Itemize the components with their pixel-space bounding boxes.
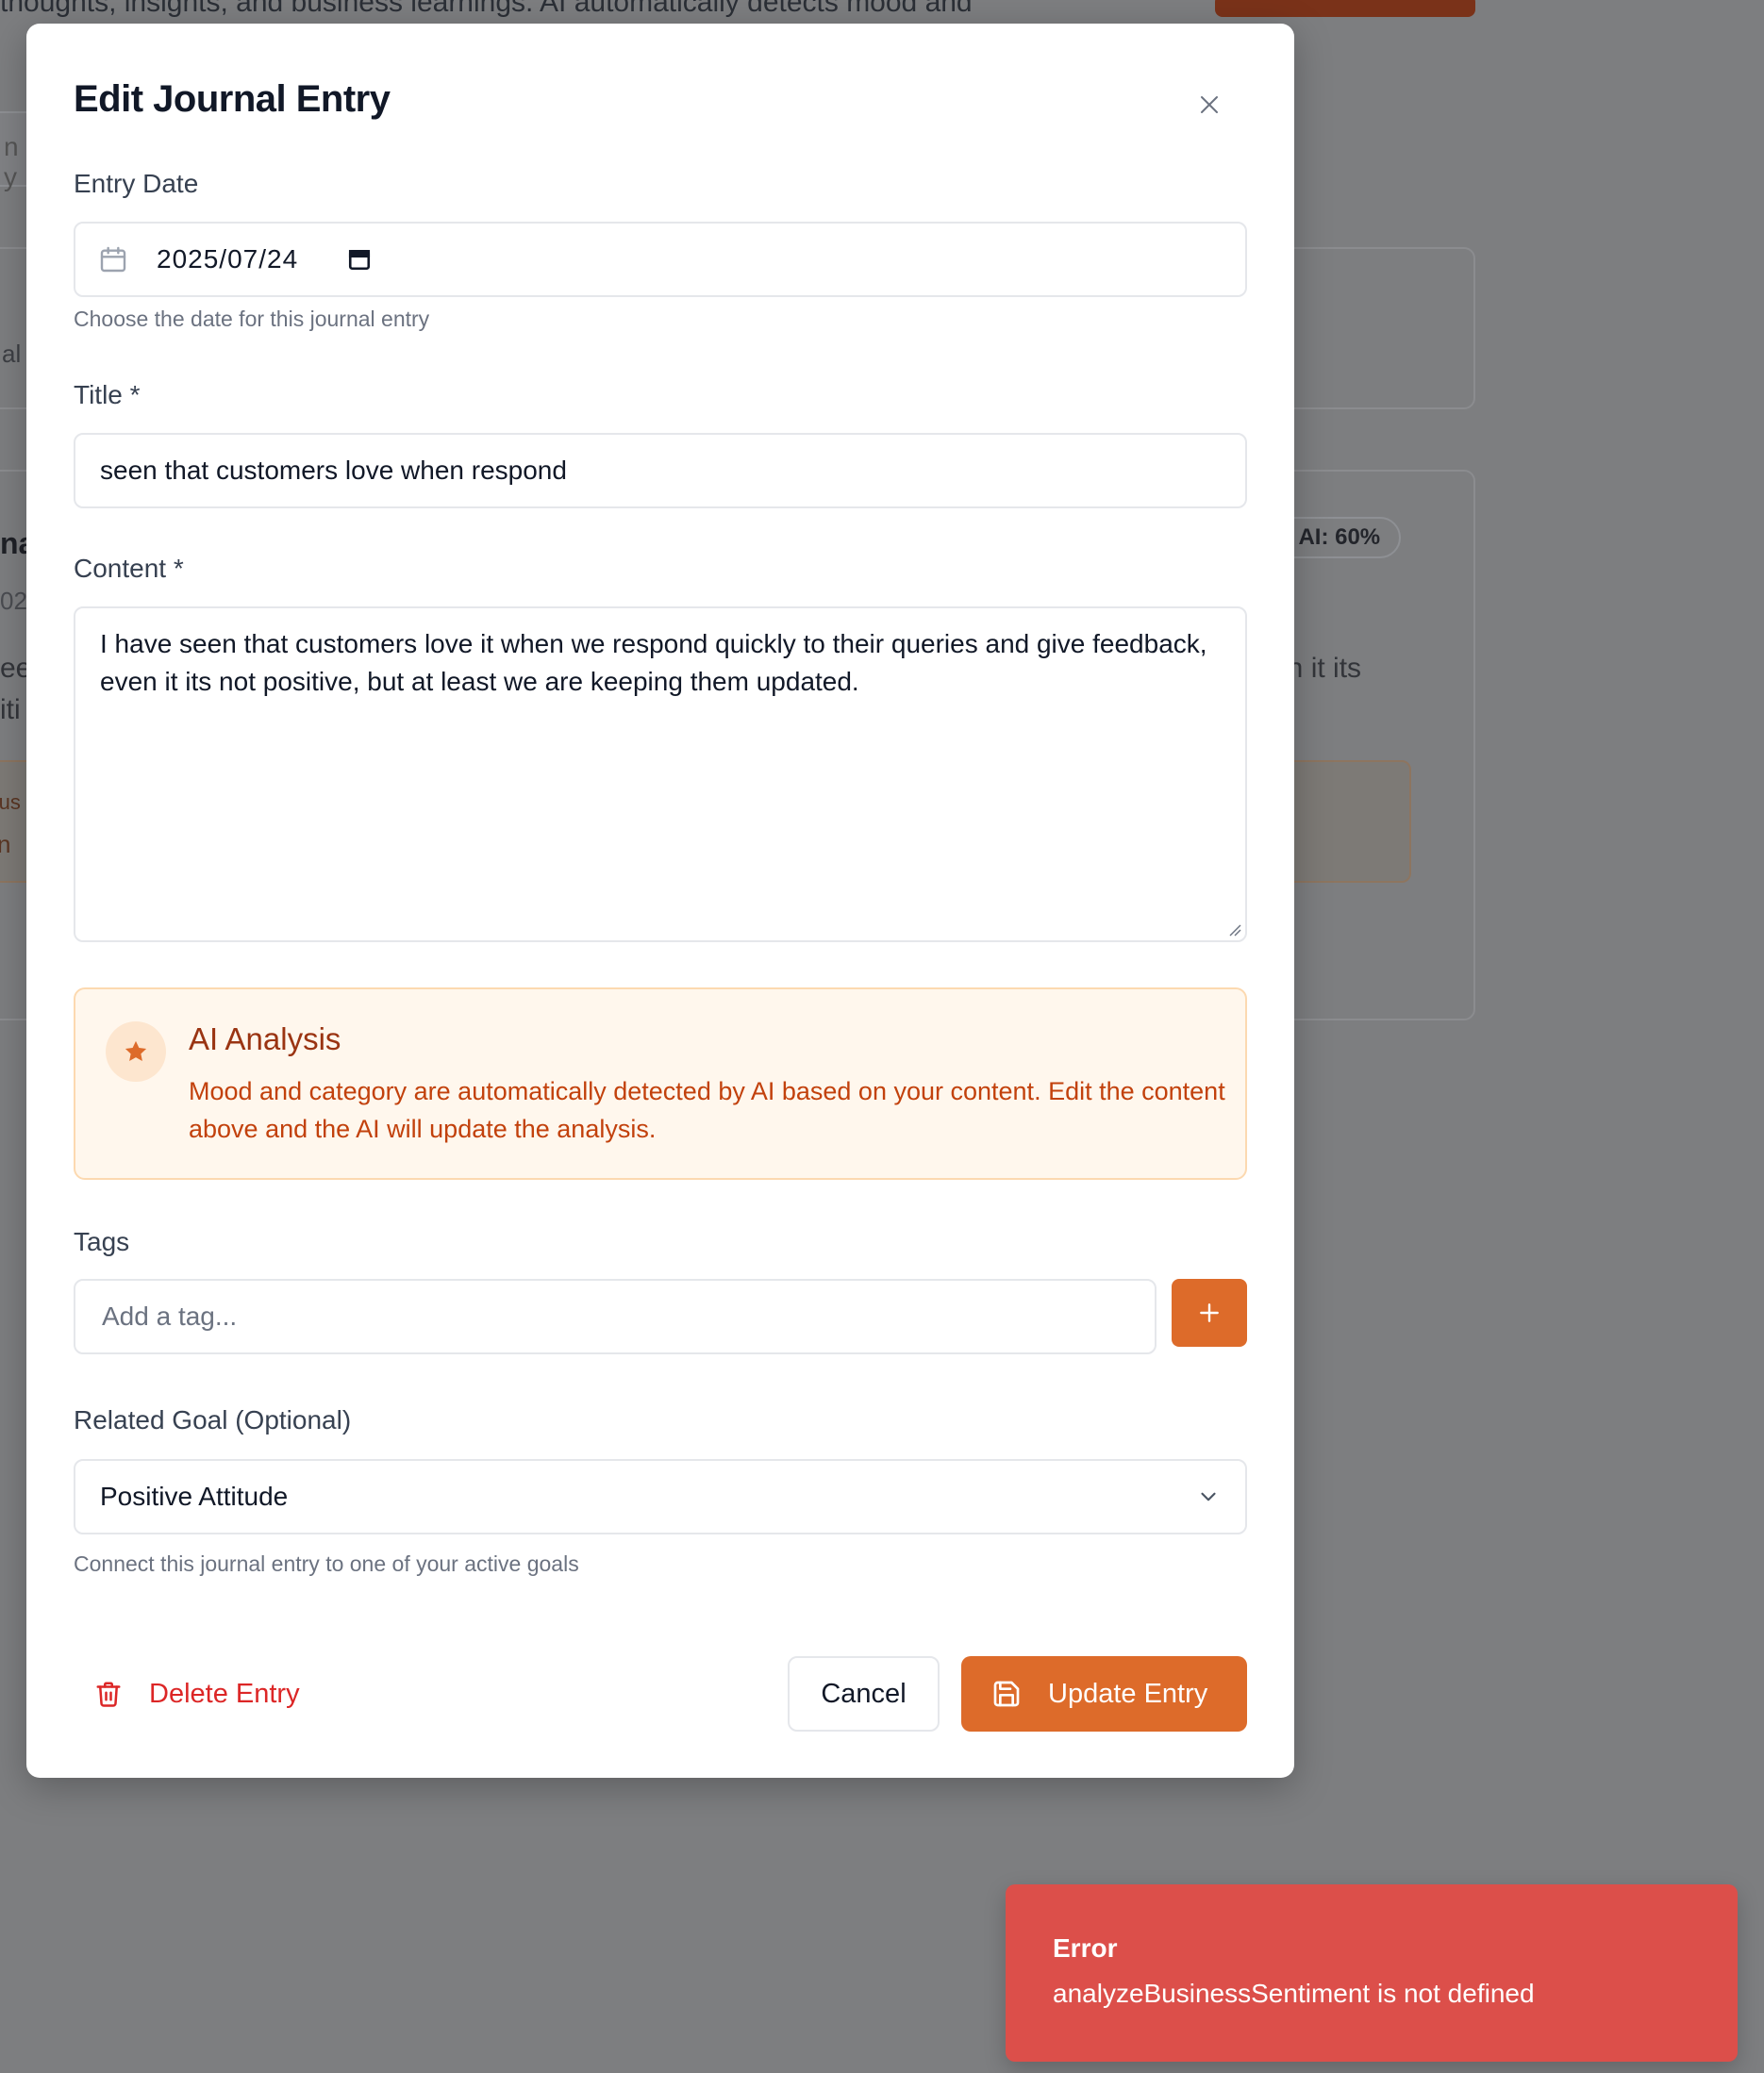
cancel-label: Cancel [821,1678,907,1709]
error-toast[interactable]: Error analyzeBusinessSentiment is not de… [1006,1884,1738,2062]
entry-date-help: Choose the date for this journal entry [74,307,430,331]
delete-entry-label: Delete Entry [149,1678,300,1709]
save-icon [993,1681,1020,1707]
entry-date-label: Entry Date [74,169,199,198]
entry-card-date: 02 [0,587,27,615]
entry-date-value: 2025/07/24 [157,244,299,274]
related-goal-value: Positive Attitude [100,1482,289,1511]
related-goal-label: Related Goal (Optional) [74,1405,352,1435]
entry-card-content-line2: iti [0,694,21,725]
stats-card-text: al [2,340,22,368]
content-value: I have seen that customers love it when … [100,629,1207,696]
tag-input[interactable] [100,1301,1155,1333]
modal-title: Edit Journal Entry [74,78,391,120]
related-goal-help: Connect this journal entry to one of you… [74,1551,579,1576]
ai-analysis-box: AI Analysis Mood and category are automa… [74,987,1247,1180]
trash-icon [96,1682,121,1707]
update-entry-label: Update Entry [1048,1678,1208,1709]
chevron-down-icon [1201,1492,1216,1501]
related-goal-select[interactable]: Positive Attitude [74,1459,1247,1534]
update-entry-button[interactable]: Update Entry [961,1656,1247,1732]
tag-input-field[interactable] [74,1279,1157,1354]
plus-icon [1200,1303,1219,1322]
ai-analysis-title: AI Analysis [189,1021,341,1056]
insight-text: tin [0,830,11,858]
title-field[interactable]: seen that customers love when respond [74,433,1247,508]
insight-label: Bus [0,790,21,814]
star-icon [106,1021,166,1082]
calendar-icon [100,246,126,273]
add-tag-button[interactable] [1172,1279,1247,1347]
page-description: thoughts, insights, and business learnin… [0,0,973,18]
ai-score-text: AI: 60% [1298,524,1381,550]
delete-entry-button[interactable]: Delete Entry [74,1656,300,1732]
content-label: Content * [74,554,184,583]
close-button[interactable] [1192,88,1226,122]
toast-title: Error [1053,1933,1118,1963]
toast-message: analyzeBusinessSentiment is not defined [1053,1979,1535,2008]
tags-label: Tags [74,1227,130,1256]
date-picker-icon[interactable] [347,247,372,272]
title-value: seen that customers love when respond [100,456,567,485]
edit-entry-modal: Edit Journal Entry Entry Date 2025/07/24… [26,24,1294,1778]
entry-date-field[interactable]: 2025/07/24 [74,222,1247,297]
ai-analysis-text: Mood and category are automatically dete… [189,1077,1225,1143]
content-textarea[interactable]: I have seen that customers love it when … [74,606,1247,942]
close-icon [1201,96,1218,113]
resize-handle-icon[interactable] [1228,923,1241,937]
cancel-button[interactable]: Cancel [788,1656,940,1732]
new-entry-button [1215,0,1475,17]
title-label: Title * [74,380,141,409]
